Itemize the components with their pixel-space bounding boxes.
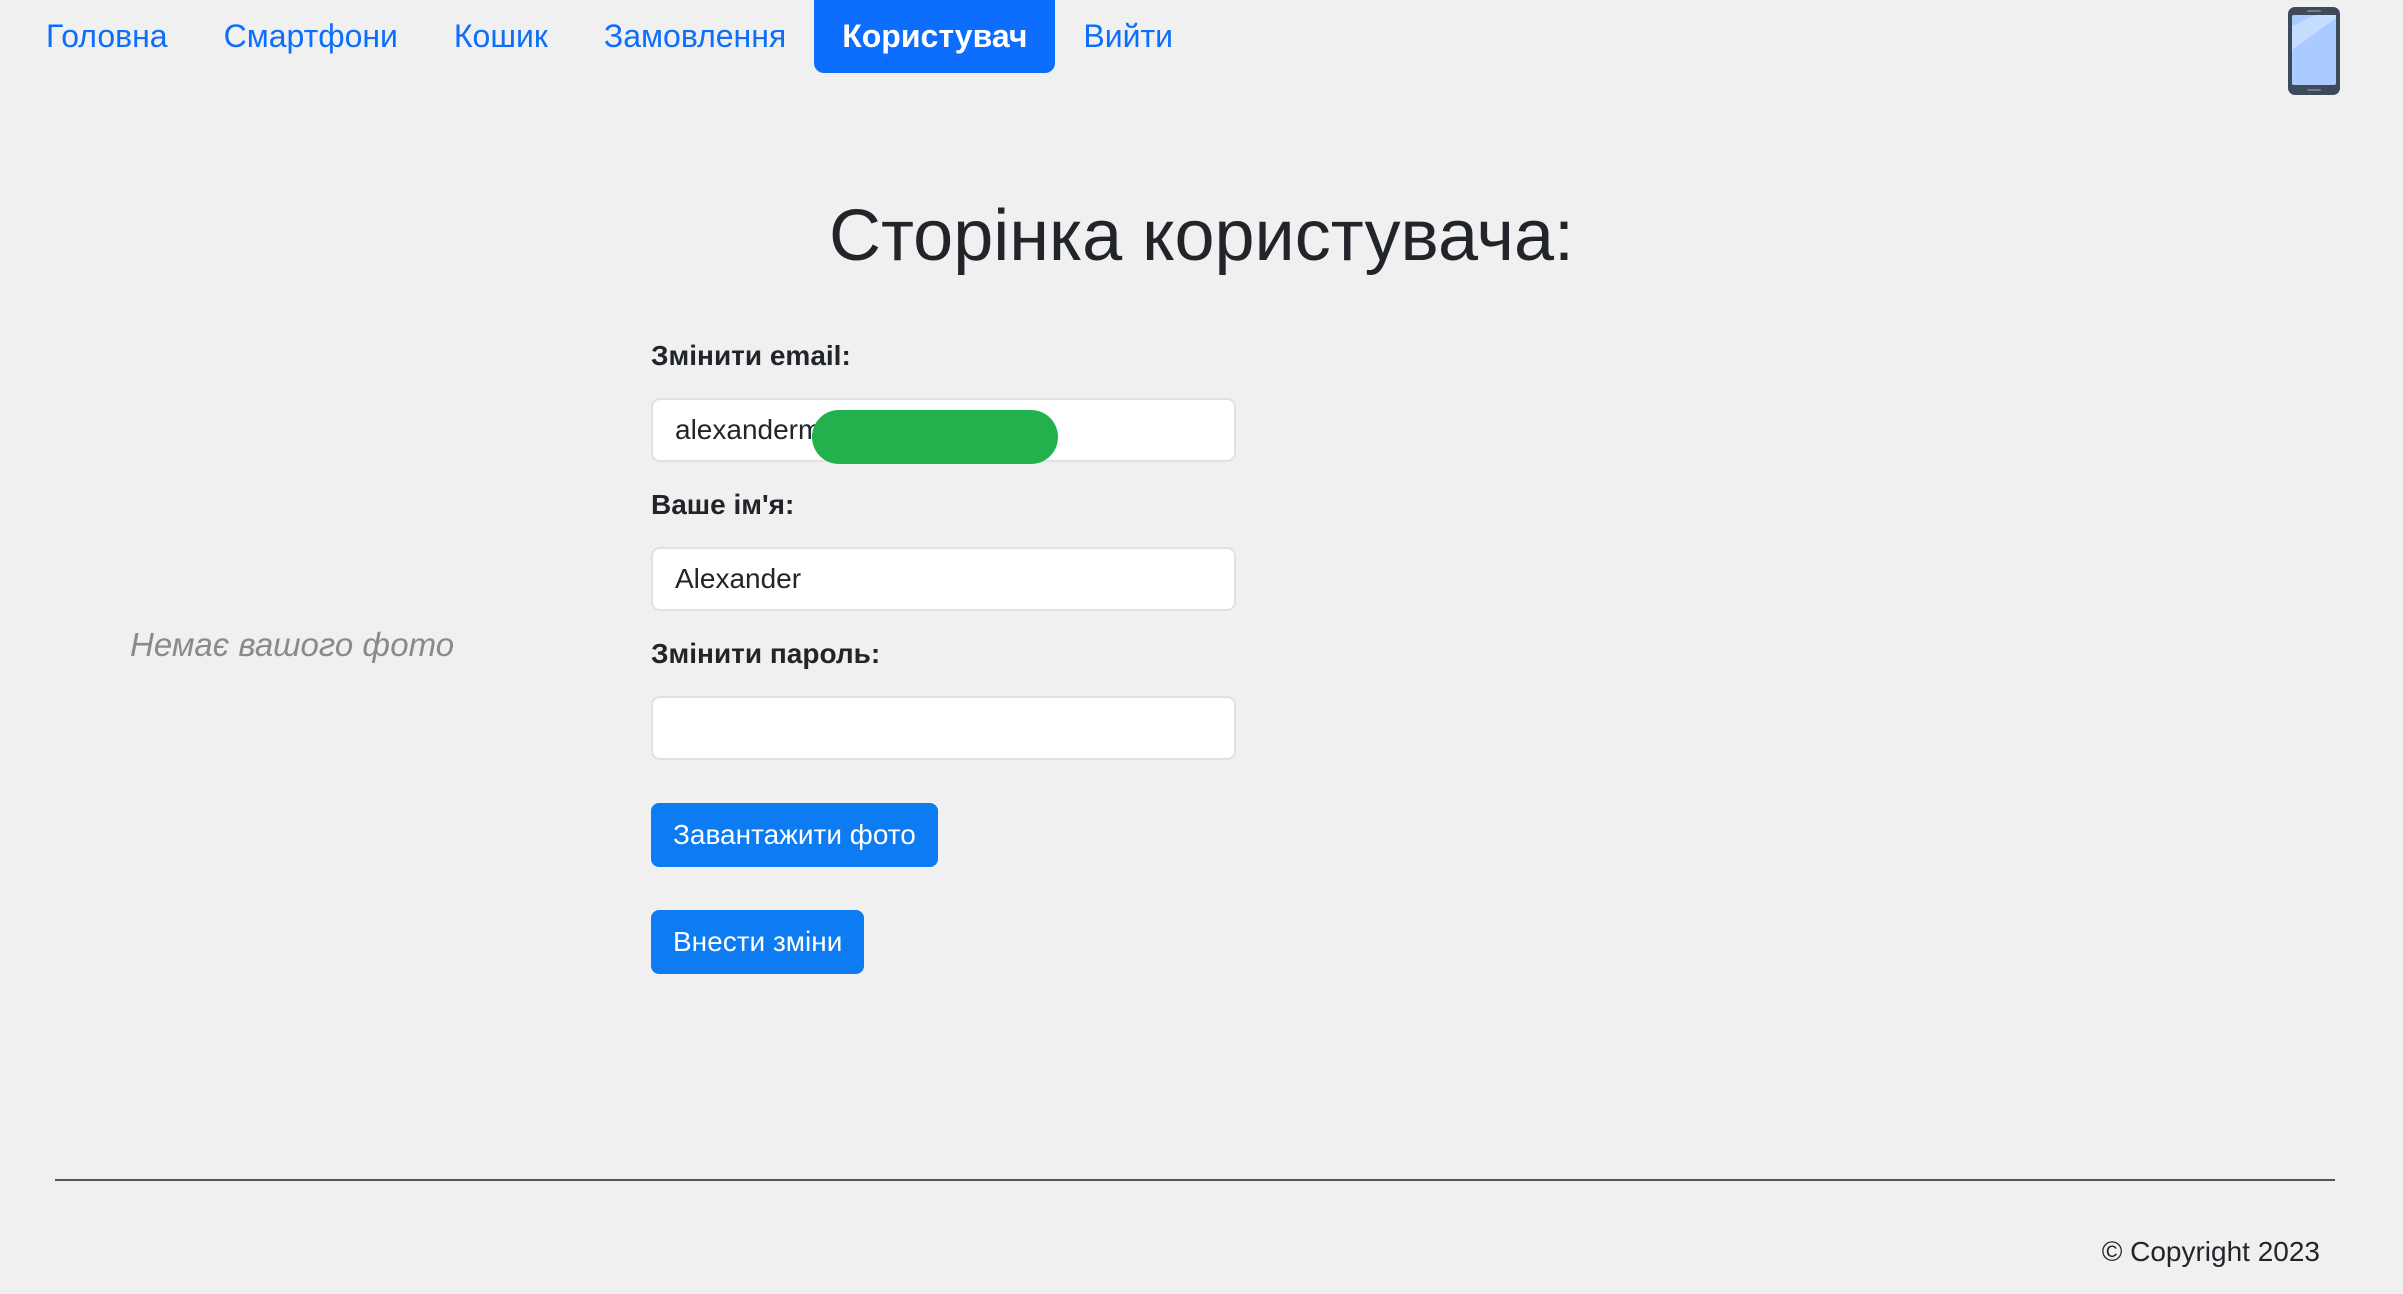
email-label: Змінити email: xyxy=(651,340,851,371)
name-label: Ваше ім'я: xyxy=(651,489,795,520)
no-photo-placeholder: Немає вашого фото xyxy=(130,626,455,663)
nav-item-home[interactable]: Головна xyxy=(18,0,196,73)
nav-item-cart[interactable]: Кошик xyxy=(426,0,576,73)
save-changes-button[interactable]: Внести зміни xyxy=(651,910,865,974)
password-label: Змінити пароль: xyxy=(651,638,881,669)
password-field[interactable] xyxy=(651,696,1236,760)
footer-divider xyxy=(55,1179,2335,1181)
smartphone-icon[interactable] xyxy=(2287,6,2341,96)
name-field[interactable] xyxy=(651,547,1236,611)
nav-item-smartphones[interactable]: Смартфони xyxy=(196,0,426,73)
nav-item-logout[interactable]: Вийти xyxy=(1055,0,1201,73)
nav-item-user[interactable]: Користувач xyxy=(814,0,1056,73)
copyright-text: © Copyright 2023 xyxy=(2101,1236,2320,1267)
top-nav: Головна Смартфони Кошик Замовлення Корис… xyxy=(0,0,1201,73)
nav-item-orders[interactable]: Замовлення xyxy=(576,0,814,73)
redaction-mark xyxy=(812,410,1058,464)
page-title: Сторінка користувача: xyxy=(829,196,1574,276)
upload-photo-button[interactable]: Завантажити фото xyxy=(651,803,938,867)
